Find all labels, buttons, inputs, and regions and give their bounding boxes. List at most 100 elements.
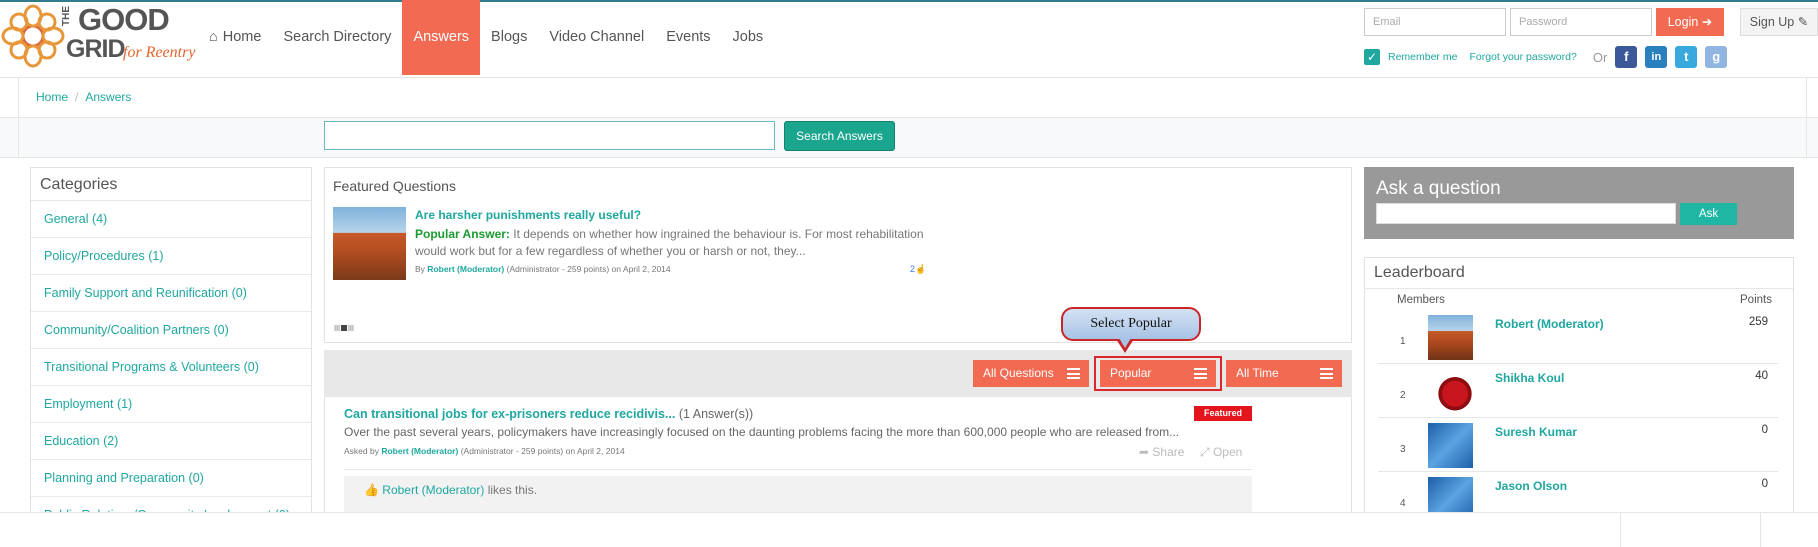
signup-button[interactable]: Sign Up ✎ [1740,8,1818,36]
popular-highlight-box [1094,356,1222,391]
open-button[interactable]: ⤢ Open [1200,445,1242,460]
question-title-link[interactable]: Can transitional jobs for ex-prisoners r… [344,407,675,421]
divider [344,469,1252,470]
site-logo[interactable]: THE GOOD GRID for Reentry [0,2,200,72]
divider [18,78,19,158]
avatar[interactable] [1428,369,1473,414]
points-header: Points [1740,294,1772,306]
category-item[interactable]: Community/Coalition Partners (0) [31,312,311,349]
leaderboard-member-link[interactable]: Shikha Koul [1495,371,1564,385]
categories-title: Categories [31,168,311,201]
divider [1364,288,1794,289]
search-answers-button[interactable]: Search Answers [784,121,895,151]
logo-tagline: for Reentry [123,44,196,61]
avatar[interactable] [1428,315,1473,360]
signup-label: Sign Up [1749,15,1795,29]
flower-logo-icon [1,4,65,68]
remember-label: Remember me [1388,51,1458,63]
facebook-icon[interactable]: f [1615,46,1638,68]
password-input[interactable]: Password [1510,8,1652,36]
login-button[interactable]: Login ➜ [1656,8,1724,36]
linkedin-icon[interactable]: in [1645,46,1668,68]
main-nav: ⌂ Home Search Directory Answers Blogs Vi… [198,0,774,75]
nav-video-channel[interactable]: Video Channel [538,0,655,75]
leaderboard-member-link[interactable]: Suresh Kumar [1495,425,1577,439]
carousel-dot[interactable] [334,325,340,331]
nav-blogs-label: Blogs [491,29,528,45]
leaderboard-member-link[interactable]: Robert (Moderator) [1495,317,1604,331]
divider [1760,512,1761,547]
featured-likes[interactable]: 2☝ [910,264,926,275]
ask-button[interactable]: Ask [1680,203,1737,225]
popular-answer-label: Popular Answer: [415,227,510,241]
nav-jobs[interactable]: Jobs [722,0,775,75]
twitter-icon[interactable]: t [1675,46,1698,68]
share-button[interactable]: ➦ Share [1139,445,1184,459]
nav-video-channel-label: Video Channel [549,29,645,45]
author-meta: (Administrator - 259 points) [506,264,610,274]
leaderboard-rank: 3 [1400,444,1406,455]
asked-prefix: Asked by [344,446,379,456]
nav-home[interactable]: ⌂ Home [198,0,272,75]
category-item[interactable]: Family Support and Reunification (0) [31,275,311,312]
thumbs-up-icon: 👍 [364,483,379,497]
featured-author-link[interactable]: Robert (Moderator) [427,264,504,274]
or-label: Or [1592,49,1608,65]
nav-answers[interactable]: Answers [402,0,481,75]
ask-question-title: Ask a question [1376,178,1501,199]
members-header: Members [1397,294,1445,306]
nav-home-label: Home [222,29,262,45]
search-bar [0,118,1818,158]
divider [1620,512,1621,547]
featured-question-link[interactable]: Are harsher punishments really useful? [415,208,641,222]
logo-the: THE [61,6,72,26]
featured-title: Featured Questions [333,178,456,194]
likes-user-link[interactable]: Robert (Moderator) [382,483,484,497]
question-author-link[interactable]: Robert (Moderator) [381,446,458,456]
share-icon: ➦ [1139,445,1150,459]
google-icon[interactable]: g [1705,46,1728,68]
nav-search-directory[interactable]: Search Directory [272,0,402,75]
leaderboard-rank: 1 [1400,336,1406,347]
leaderboard-member-link[interactable]: Jason Olson [1495,479,1567,493]
category-item[interactable]: Transitional Programs & Volunteers (0) [31,349,311,386]
expand-icon: ⤢ [1200,445,1210,459]
category-item[interactable]: Employment (1) [31,386,311,423]
remember-row: ✓ Remember me Forgot your password? Or f… [1364,46,1728,68]
nav-blogs[interactable]: Blogs [480,0,538,75]
home-icon: ⌂ [209,29,218,45]
breadcrumb-bar [0,78,1818,118]
share-label: Share [1152,445,1185,459]
ask-question-input[interactable] [1376,203,1676,224]
edit-icon: ✎ [1797,15,1809,29]
leaderboard-points: 40 [1755,370,1768,382]
nav-answers-label: Answers [413,29,470,45]
leaderboard-rank: 4 [1400,498,1406,509]
all-questions-filter[interactable]: All Questions [973,360,1089,387]
breadcrumb-current[interactable]: Answers [85,90,131,104]
leaderboard-row: 1 Robert (Moderator) 259 [1378,310,1778,364]
all-questions-label: All Questions [983,366,1054,380]
carousel-dot[interactable] [341,325,347,331]
breadcrumb-home[interactable]: Home [36,90,68,104]
email-input[interactable]: Email [1364,8,1506,36]
forgot-password-link[interactable]: Forgot your password? [1469,51,1576,63]
carousel-dot[interactable] [348,325,354,331]
select-popular-callout: Select Popular [1061,307,1201,341]
all-time-label: All Time [1236,366,1279,380]
category-item[interactable]: Education (2) [31,423,311,460]
categories-panel: Categories General (4) Policy/Procedures… [30,167,312,547]
remember-checkbox[interactable]: ✓ [1364,49,1380,65]
avatar[interactable] [1428,423,1473,468]
category-item[interactable]: General (4) [31,201,311,238]
all-time-filter[interactable]: All Time [1226,360,1342,387]
answers-search-input[interactable] [324,121,775,150]
category-item[interactable]: Policy/Procedures (1) [31,238,311,275]
category-item[interactable]: Planning and Preparation (0) [31,460,311,497]
bottom-strip [0,512,1818,547]
leaderboard-points: 0 [1761,424,1768,436]
likes-text: likes this. [487,483,538,497]
sign-in-icon: ➜ [1701,15,1713,29]
featured-badge: Featured [1194,406,1252,421]
nav-events[interactable]: Events [655,0,721,75]
